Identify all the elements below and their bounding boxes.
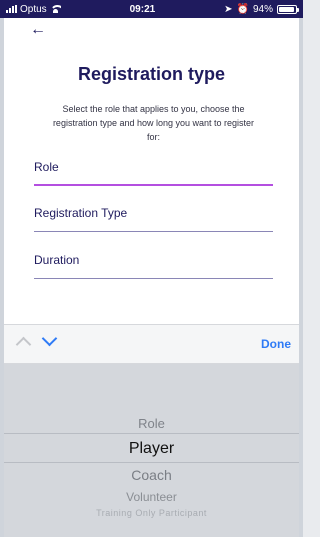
chevron-down-icon[interactable]	[41, 330, 58, 347]
page-title: Registration type	[77, 64, 226, 84]
picker-selection-bottom-line	[4, 462, 299, 463]
location-icon: ➤	[224, 3, 233, 15]
carrier-name: Optus	[20, 3, 47, 15]
role-field[interactable]: Role	[34, 156, 273, 186]
status-bar: Optus 09:21 ➤ ⏰ 94%	[0, 0, 303, 18]
picker-option-coach[interactable]: Coach	[4, 467, 299, 483]
duration-field-label: Duration	[34, 253, 80, 267]
picker-wheel[interactable]: Role Player Coach Volunteer Training Onl…	[4, 364, 299, 537]
registration-page: ← Registration type Select the role that…	[4, 18, 299, 324]
battery-fill	[279, 6, 295, 12]
registration-type-field[interactable]: Registration Type	[34, 202, 273, 232]
registration-type-field-label: Registration Type	[34, 206, 128, 220]
instructions-text: Select the role that applies to you, cho…	[52, 104, 255, 142]
picker-option-training-only-participant[interactable]: Training Only Participant	[4, 508, 299, 518]
picker-selection-top-line	[4, 433, 299, 434]
done-button[interactable]: Done	[261, 337, 291, 351]
picker-option-player[interactable]: Player	[4, 440, 299, 458]
picker-option-role[interactable]: Role	[4, 416, 299, 431]
picker-toolbar: Done	[4, 324, 299, 364]
duration-field[interactable]: Duration	[34, 249, 273, 279]
back-arrow-icon[interactable]: ←	[30, 22, 50, 38]
alarm-icon: ⏰	[236, 3, 249, 15]
status-left: Optus	[6, 4, 61, 15]
signal-icon	[6, 5, 17, 13]
battery-percent: 94%	[252, 3, 273, 15]
battery-icon	[277, 4, 299, 14]
picker-option-volunteer[interactable]: Volunteer	[4, 490, 299, 504]
role-field-label: Role	[34, 160, 59, 174]
status-right: ➤ ⏰ 94%	[224, 3, 299, 15]
chevron-up-icon[interactable]	[15, 336, 32, 353]
status-time: 09:21	[129, 3, 156, 15]
frame-right-edge	[299, 0, 303, 537]
wifi-icon	[49, 5, 61, 13]
